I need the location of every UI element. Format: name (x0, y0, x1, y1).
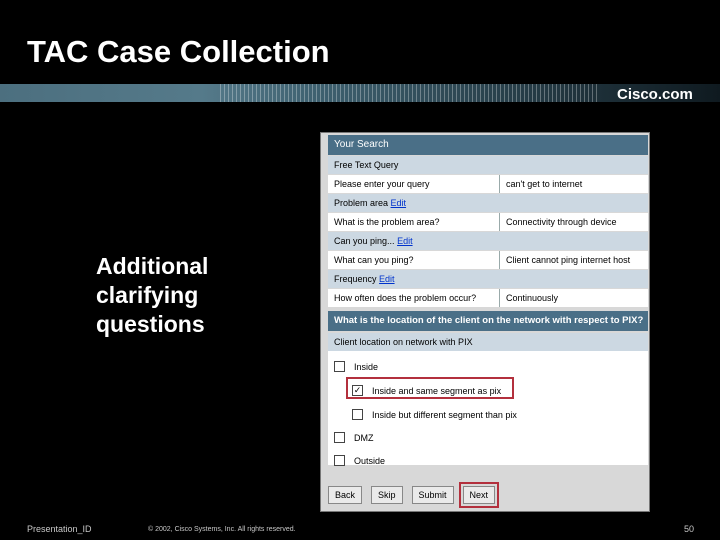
problem-area-row: What is the problem area? Connectivity t… (328, 213, 648, 231)
ping-question: What can you ping? (328, 251, 500, 269)
option-dmz[interactable]: DMZ (334, 432, 374, 443)
frequency-row: How often does the problem occur? Contin… (328, 289, 648, 307)
side-caption: Additional clarifying questions (96, 253, 209, 337)
frequency-edit-link[interactable]: Edit (379, 270, 395, 288)
option-outside[interactable]: Outside (334, 455, 385, 466)
query-value: can't get to internet (506, 179, 583, 189)
search-panel: Your Search Free Text Query Please enter… (320, 132, 650, 512)
page-number: 50 (684, 524, 695, 534)
brand-logo: Cisco.com (617, 86, 693, 103)
button-row: Back Skip Submit Next (328, 482, 648, 508)
option-inside-different-segment[interactable]: Inside but different segment than pix (352, 409, 517, 420)
selection-highlight (346, 377, 514, 399)
ping-answer: Client cannot ping internet host (506, 255, 631, 265)
ping-label: Can you ping... (334, 236, 395, 246)
checkbox-icon[interactable] (334, 361, 345, 372)
submit-button[interactable]: Submit (411, 486, 454, 504)
problem-area-label: Problem area (334, 198, 389, 208)
options-label: Client location on network with PIX (328, 333, 648, 351)
problem-area-edit-link[interactable]: Edit (391, 194, 407, 212)
query-label: Please enter your query (328, 175, 500, 193)
option-inside[interactable]: Inside (334, 361, 378, 372)
problem-area-question: What is the problem area? (328, 213, 500, 231)
checkbox-icon[interactable] (352, 409, 363, 420)
footer-copyright: © 2002, Cisco Systems, Inc. All rights r… (148, 526, 296, 533)
ping-edit-link[interactable]: Edit (397, 232, 413, 250)
checkbox-icon[interactable] (334, 455, 345, 466)
problem-area-answer: Connectivity through device (506, 217, 617, 227)
option-label: DMZ (354, 432, 374, 443)
problem-area-section: Problem area Edit (328, 194, 648, 212)
frequency-question: How often does the problem occur? (328, 289, 500, 307)
skip-button[interactable]: Skip (371, 486, 403, 504)
your-search-header: Your Search (328, 135, 648, 155)
next-button[interactable]: Next (458, 482, 500, 508)
frequency-answer: Continuously (506, 293, 559, 303)
free-text-label: Free Text Query (334, 160, 399, 170)
slide-title: TAC Case Collection (27, 34, 330, 69)
location-options: Client location on network with PIX Insi… (328, 333, 648, 466)
header-barcode-decoration (220, 84, 600, 102)
checkbox-icon[interactable] (334, 432, 345, 443)
ping-section: Can you ping... Edit (328, 232, 648, 250)
frequency-label: Frequency (334, 274, 377, 284)
option-label: Inside (354, 361, 379, 372)
footer-presentation-id: Presentation_ID (27, 524, 92, 534)
option-label: Inside but different segment than pix (372, 409, 517, 420)
option-label: Outside (354, 455, 386, 466)
location-question-header: What is the location of the client on th… (328, 311, 648, 331)
ping-row: What can you ping? Client cannot ping in… (328, 251, 648, 269)
frequency-section: Frequency Edit (328, 270, 648, 288)
back-button[interactable]: Back (328, 486, 363, 504)
free-text-section: Free Text Query (328, 156, 648, 174)
query-row: Please enter your query can't get to int… (328, 175, 648, 193)
